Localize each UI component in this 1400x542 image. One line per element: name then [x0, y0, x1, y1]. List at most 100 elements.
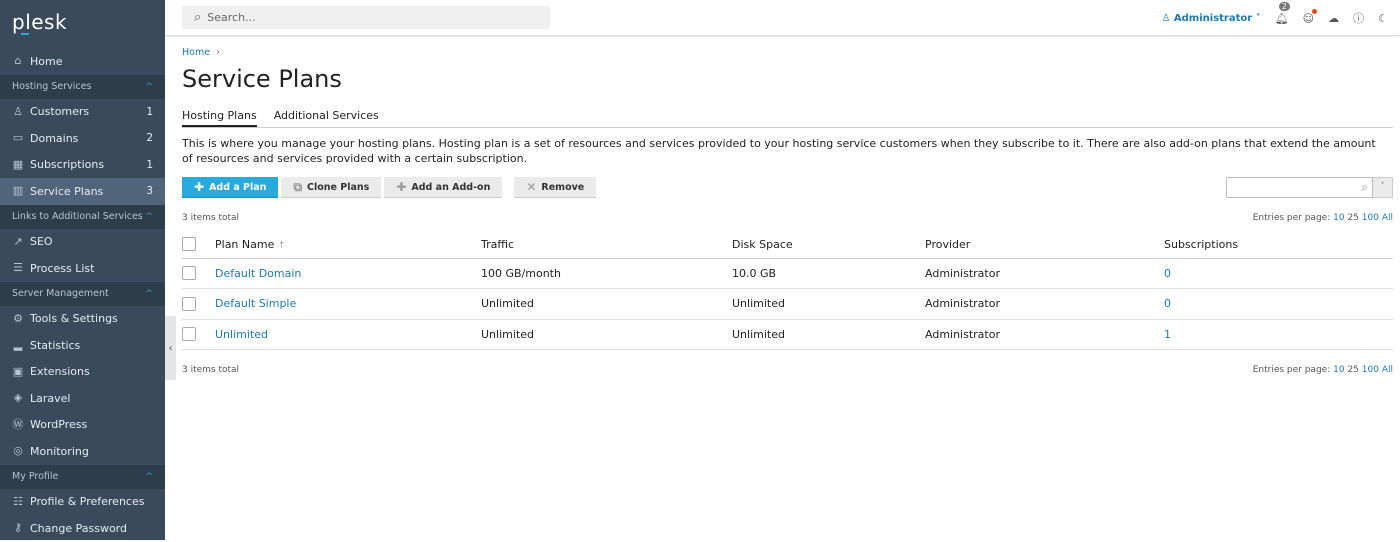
entries-per-page-option[interactable]: All	[1382, 213, 1393, 223]
plus-outline-icon: ✚	[396, 180, 407, 194]
chevron-up-icon: ^	[145, 288, 153, 299]
plan-name-link[interactable]: Default Domain	[215, 267, 301, 280]
traffic-cell: 100 GB/month	[481, 258, 732, 289]
profile-icon: ☷	[13, 494, 23, 508]
table-row: Unlimited Unlimited Unlimited Administra…	[182, 319, 1393, 350]
plesk-logo[interactable]: plesk	[0, 0, 165, 48]
sidebar-item-tools-settings[interactable]: ⚙ Tools & Settings	[0, 306, 165, 333]
sidebar-item-customers[interactable]: ♙ Customers 1	[0, 99, 165, 126]
sidebar-item-monitoring[interactable]: ◎ Monitoring	[0, 438, 165, 465]
entries-per-page-option[interactable]: 25	[1347, 365, 1358, 375]
plans-table: Plan Name ↑ Traffic Disk Space Provider …	[182, 231, 1393, 350]
entries-per-page-option[interactable]: 10	[1333, 365, 1344, 375]
column-traffic[interactable]: Traffic	[481, 231, 732, 259]
sidebar-item-profile-preferences[interactable]: ☷ Profile & Preferences	[0, 489, 165, 516]
table-row: Default Simple Unlimited Unlimited Admin…	[182, 288, 1393, 320]
entries-per-page-option[interactable]: 10	[1333, 213, 1344, 223]
entries-per-page-option[interactable]: 100	[1362, 365, 1379, 375]
sidebar-section[interactable]: Hosting Services ^	[0, 74, 165, 99]
key-icon: ⚷	[13, 521, 23, 535]
entries-per-page-option[interactable]: 100	[1362, 213, 1379, 223]
entries-per-page: Entries per page: 10 25 100 All	[1252, 365, 1393, 375]
entries-per-page-option[interactable]: 25	[1347, 213, 1358, 223]
sidebar-section[interactable]: My Profile ^	[0, 464, 165, 489]
chart-up-icon: ↗	[13, 234, 23, 248]
page-title: Service Plans	[182, 65, 342, 93]
sidebar-item-extensions[interactable]: ▣ Extensions	[0, 359, 165, 386]
sidebar-item-seo[interactable]: ↗ SEO	[0, 229, 165, 256]
wordpress-icon: Ⓦ	[12, 417, 24, 431]
column-subscriptions[interactable]: Subscriptions	[1164, 231, 1393, 259]
traffic-cell: Unlimited	[481, 319, 732, 350]
subscriptions-link[interactable]: 0	[1164, 297, 1171, 310]
provider-cell: Administrator	[925, 319, 1164, 350]
sort-asc-icon: ↑	[277, 240, 286, 251]
tab-hosting-plans[interactable]: Hosting Plans	[182, 107, 257, 127]
count-badge: 1	[146, 105, 153, 118]
chevron-up-icon: ^	[145, 211, 153, 222]
feedback-icon[interactable]: ☺	[1303, 8, 1318, 25]
count-badge: 3	[146, 185, 153, 198]
sidebar-item-domains[interactable]: ▭ Domains 2	[0, 125, 165, 152]
column-plan-name[interactable]: Plan Name ↑	[215, 231, 481, 259]
collapse-sidebar-button[interactable]: ‹	[165, 316, 176, 380]
cloud-icon[interactable]: ☁	[1328, 12, 1339, 25]
count-badge: 1	[146, 158, 153, 171]
add-addon-button[interactable]: ✚ Add an Add-on	[384, 177, 503, 198]
close-icon: ✕	[526, 180, 537, 194]
entries-per-page-option[interactable]: All	[1382, 365, 1393, 375]
subscriptions-link[interactable]: 0	[1164, 267, 1171, 280]
user-menu[interactable]: ♙ Administrator ˅	[1161, 13, 1260, 24]
dark-mode-icon[interactable]: ☾	[1378, 12, 1388, 25]
search-input[interactable]: ⌕ Search...	[182, 6, 550, 29]
count-badge: 2	[146, 132, 153, 145]
list-icon: ☰	[13, 261, 23, 275]
notifications-badge: 2	[1278, 1, 1290, 11]
entries-per-page: Entries per page: 10 25 100 All	[1252, 213, 1393, 223]
sidebar-item-home[interactable]: ⌂ Home	[0, 48, 165, 75]
home-icon: ⌂	[14, 54, 22, 68]
sidebar-section[interactable]: Server Management ^	[0, 281, 165, 306]
notifications-icon[interactable]: 🔔︎ 2	[1275, 1, 1290, 25]
remove-button[interactable]: ✕ Remove	[514, 177, 597, 198]
column-disk-space[interactable]: Disk Space	[732, 231, 925, 259]
row-checkbox[interactable]	[182, 296, 196, 311]
tab-additional-services[interactable]: Additional Services	[274, 107, 379, 127]
sidebar-item-process-list[interactable]: ☰ Process List	[0, 255, 165, 282]
search-options-dropdown[interactable]: ˅	[1373, 177, 1393, 198]
sidebar-section[interactable]: Links to Additional Services ^	[0, 204, 165, 229]
pagination-top: 3 items total Entries per page: 10 25 10…	[182, 213, 1393, 223]
tabs: Hosting Plans Additional Services	[182, 107, 1393, 128]
row-checkbox[interactable]	[182, 327, 196, 342]
plus-icon: ✚	[194, 180, 205, 194]
subscriptions-link[interactable]: 1	[1164, 328, 1171, 341]
user-icon: ♙	[13, 104, 23, 118]
top-bar: ⌕ Search... ♙ Administrator ˅ 🔔︎ 2 ☺ ☁ ⓘ ☾	[165, 0, 1400, 36]
sidebar-item-change-password[interactable]: ⚷ Change Password	[0, 515, 165, 542]
list-search: ⌕ ˅	[1226, 177, 1393, 198]
disk-space-cell: Unlimited	[732, 288, 925, 320]
row-checkbox[interactable]	[182, 266, 196, 281]
sidebar-item-wordpress[interactable]: Ⓦ WordPress	[0, 412, 165, 439]
traffic-cell: Unlimited	[481, 288, 732, 320]
table-header: Plan Name ↑ Traffic Disk Space Provider …	[182, 231, 1393, 259]
sidebar-item-statistics[interactable]: ▂ Statistics	[0, 332, 165, 359]
sidebar-item-laravel[interactable]: ◈ Laravel	[0, 385, 165, 412]
add-plan-button[interactable]: ✚ Add a Plan	[182, 177, 279, 198]
provider-cell: Administrator	[925, 258, 1164, 289]
copy-icon: ⧉	[293, 179, 303, 194]
extensions-icon: ▣	[12, 364, 24, 378]
select-all-checkbox[interactable]	[182, 237, 196, 252]
list-search-input[interactable]: ⌕	[1226, 177, 1373, 198]
disk-space-cell: Unlimited	[732, 319, 925, 350]
help-icon[interactable]: ⓘ	[1353, 10, 1364, 26]
monitor-icon: ▭	[12, 131, 24, 145]
clone-plans-button[interactable]: ⧉ Clone Plans	[281, 177, 382, 198]
bar-chart-icon: ▂	[13, 338, 23, 352]
breadcrumb-home[interactable]: Home	[182, 47, 210, 58]
plan-name-link[interactable]: Default Simple	[215, 297, 296, 310]
column-provider[interactable]: Provider	[925, 231, 1164, 259]
sidebar-item-subscriptions[interactable]: ▦ Subscriptions 1	[0, 152, 165, 179]
sidebar-item-service-plans[interactable]: ▥ Service Plans 3	[0, 178, 165, 205]
plan-name-link[interactable]: Unlimited	[215, 328, 268, 341]
